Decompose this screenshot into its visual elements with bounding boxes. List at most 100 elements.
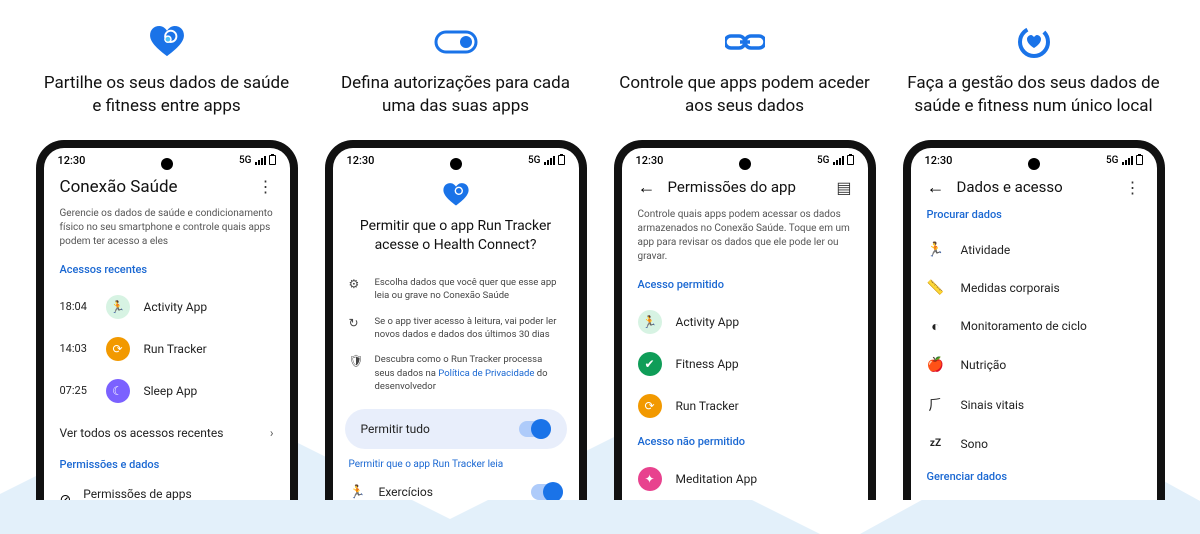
page-title: Conexão Saúde — [60, 177, 178, 197]
see-all-recent-link[interactable]: Ver todos os acessos recentes › — [60, 412, 274, 450]
category-cycle[interactable]: ◐Monitoramento de ciclo — [927, 307, 1141, 346]
category-activity[interactable]: 🏃Atividade — [927, 231, 1141, 269]
status-time: 12:30 — [925, 154, 953, 167]
status-network: 5G — [817, 155, 830, 166]
ruler-icon: 📏 — [927, 280, 945, 296]
dialog-title: Permitir que o app Run Tracker acesse o … — [349, 217, 563, 256]
info-read-history: ↻ Se o app tiver acesso à leitura, vai p… — [349, 309, 563, 348]
activity-icon: 🏃 — [927, 242, 945, 258]
fitness-app-icon: ✔ — [638, 352, 662, 376]
vitals-icon: ⺁ — [927, 395, 945, 415]
app-row[interactable]: ✔Fitness App — [638, 343, 852, 385]
app-row[interactable]: 🏃Activity App — [638, 301, 852, 343]
signal-icon — [255, 156, 266, 165]
search-doc-icon[interactable]: ▤ — [836, 178, 851, 197]
battery-icon — [1136, 155, 1143, 165]
status-time: 12:30 — [347, 154, 375, 167]
privacy-policy-link[interactable]: Política de Privacidade — [438, 368, 534, 379]
status-network: 5G — [239, 155, 252, 166]
read-section-label: Permitir que o app Run Tracker leia — [349, 459, 563, 470]
app-name: Run Tracker — [144, 342, 207, 356]
perms-data-label: Permissões e dados — [60, 458, 274, 471]
run-tracker-icon: ⟳ — [638, 394, 662, 418]
category-body[interactable]: 📏Medidas corporais — [927, 269, 1141, 307]
info-privacy: 🛡 Descubra como o Run Tracker processa s… — [349, 347, 563, 399]
status-network: 5G — [528, 155, 541, 166]
heart-sync-icon — [148, 24, 186, 60]
activity-app-icon: 🏃 — [638, 310, 662, 334]
hero-text-4: Faça a gestão dos seus dados de saúde e … — [903, 72, 1164, 118]
run-tracker-icon: ⟳ — [106, 337, 130, 361]
camera-hole-icon — [1028, 158, 1040, 170]
link-icon: ⊘ — [60, 492, 72, 500]
recent-row[interactable]: 14:03 ⟳ Run Tracker — [60, 328, 274, 370]
toggle-icon — [434, 24, 478, 60]
back-arrow-icon[interactable]: ← — [638, 177, 656, 198]
status-network: 5G — [1106, 155, 1119, 166]
switch-on-icon[interactable] — [531, 484, 563, 500]
allow-all-toggle-row[interactable]: Permitir tudo — [345, 409, 567, 449]
row-title: Permissões de apps — [83, 487, 191, 500]
sleep-app-icon: ☾ — [106, 379, 130, 403]
allowed-label: Acesso permitido — [638, 278, 852, 291]
link-label: Ver todos os acessos recentes — [60, 426, 224, 440]
manage-data-label: Gerenciar dados — [927, 470, 1141, 483]
page-subtitle: Controle quais apps podem acessar os dad… — [638, 208, 852, 264]
back-arrow-icon[interactable]: ← — [927, 177, 945, 198]
more-icon[interactable]: ⋮ — [258, 177, 274, 196]
sleep-icon: zZ — [927, 438, 945, 449]
sliders-icon: ⚙ — [349, 276, 365, 303]
recent-row[interactable]: 07:25 ☾ Sleep App — [60, 370, 274, 412]
more-icon[interactable]: ⋮ — [1125, 178, 1141, 197]
status-time: 12:30 — [58, 154, 86, 167]
heart-ring-icon — [1017, 24, 1051, 60]
battery-icon — [269, 155, 276, 165]
column-control-apps: Controle que apps podem aceder aos seus … — [614, 24, 875, 500]
recent-access-label: Acessos recentes — [60, 263, 274, 276]
category-sleep[interactable]: zZSono — [927, 426, 1141, 462]
app-row[interactable]: ✦Meditation App — [638, 458, 852, 500]
switch-on-icon[interactable] — [519, 421, 551, 437]
cycle-icon: ◐ — [927, 318, 945, 335]
meditation-app-icon: ✦ — [638, 467, 662, 491]
phone-4: 12:30 5G ← Dados e acesso ⋮ Procurar dad… — [903, 140, 1165, 500]
hero-text-1: Partilhe os seus dados de saúde e fitnes… — [36, 72, 297, 118]
auto-delete-row[interactable]: 🗑Exclusão automática — [927, 493, 1141, 500]
info-choose-data: ⚙ Escolha dados que você quer que esse a… — [349, 270, 563, 309]
column-manage-data: Faça a gestão dos seus dados de saúde e … — [903, 24, 1164, 500]
page-subtitle: Gerencie os dados de saúde e condicionam… — [60, 207, 274, 249]
app-permissions-row[interactable]: ⊘ Permissões de apps 3 de 6 apps têm ace… — [60, 481, 274, 500]
history-icon: ↻ — [349, 315, 365, 342]
exercise-toggle-row[interactable]: 🏃 Exercícios — [349, 476, 563, 500]
app-name: Sleep App — [144, 384, 198, 398]
browse-data-label: Procurar dados — [927, 208, 1141, 221]
signal-icon — [544, 156, 555, 165]
hero-text-2: Defina autorizações para cada uma das su… — [325, 72, 586, 118]
category-nutrition[interactable]: 🍎Nutrição — [927, 346, 1141, 384]
camera-hole-icon — [739, 158, 751, 170]
status-time: 12:30 — [636, 154, 664, 167]
phone-1: 12:30 5G Conexão Saúde ⋮ Gerencie os dad… — [36, 140, 298, 500]
camera-hole-icon — [161, 158, 173, 170]
nutrition-icon: 🍎 — [927, 357, 945, 373]
chevron-right-icon: › — [270, 426, 274, 440]
app-row[interactable]: ⟳Run Tracker — [638, 385, 852, 427]
page-title: Dados e acesso — [957, 178, 1063, 196]
denied-label: Acesso não permitido — [638, 435, 852, 448]
column-permissions: Defina autorizações para cada uma das su… — [325, 24, 586, 500]
app-name: Activity App — [144, 300, 208, 314]
health-connect-logo-icon — [349, 177, 563, 217]
recent-row[interactable]: 18:04 🏃 Activity App — [60, 286, 274, 328]
column-share: Partilhe os seus dados de saúde e fitnes… — [36, 24, 297, 500]
toggle-label: Permitir tudo — [361, 422, 430, 436]
recent-time: 07:25 — [60, 384, 92, 397]
signal-icon — [833, 156, 844, 165]
link-chain-icon — [725, 24, 765, 60]
shield-icon: 🛡 — [349, 353, 365, 393]
page-title: Permissões do app — [668, 178, 796, 196]
camera-hole-icon — [450, 158, 462, 170]
recent-time: 14:03 — [60, 342, 92, 355]
phone-3: 12:30 5G ← Permissões do app ▤ Controle … — [614, 140, 876, 500]
category-vitals[interactable]: ⺁Sinais vitais — [927, 384, 1141, 426]
activity-app-icon: 🏃 — [106, 295, 130, 319]
